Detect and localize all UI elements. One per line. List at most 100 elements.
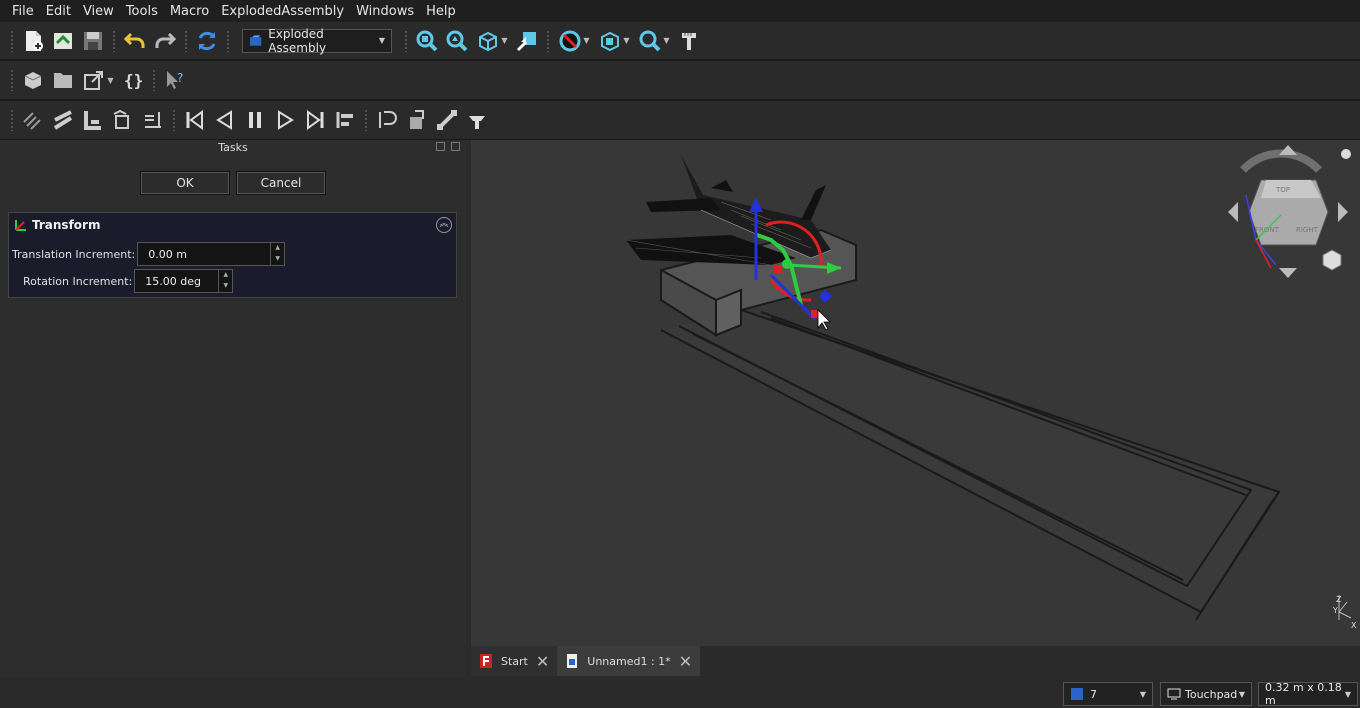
navigation-cube[interactable]: TOP RIGHT FRONT [1228,145,1351,278]
layer-icon [1071,688,1083,700]
status-bar: 7 ▼ Touchpad ▼ 0.32 m x 0.18 m ▼ [0,678,1360,708]
select-arrow-icon[interactable] [512,26,542,56]
align-icon[interactable] [372,105,402,135]
menu-macro[interactable]: Macro [164,4,215,19]
fit-all-icon[interactable] [412,26,442,56]
toolbar-grip[interactable] [10,109,14,131]
rotation-increment-input[interactable]: 15.00 deg ▲ ▼ [134,269,234,293]
save-icon[interactable] [78,26,108,56]
panel-float-icon[interactable] [436,142,445,151]
close-icon[interactable]: ✕ [536,652,549,671]
menu-view[interactable]: View [77,4,120,19]
ok-button[interactable]: OK [140,171,230,195]
spin-down-icon[interactable]: ▼ [219,281,232,292]
export-icon[interactable]: ▼ [78,65,118,95]
open-document-icon[interactable] [48,26,78,56]
dimension-display[interactable]: 0.32 m x 0.18 m ▼ [1258,681,1358,707]
toolbar-grip[interactable] [152,69,156,91]
refresh-icon[interactable] [192,26,222,56]
tasks-title: Tasks [218,141,248,154]
toolbar-grip[interactable] [10,69,14,91]
runway-model[interactable] [660,309,1281,621]
redo-icon[interactable] [150,26,180,56]
menu-file[interactable]: File [6,4,40,19]
spin-down-icon[interactable]: ▼ [271,254,284,265]
menu-edit[interactable]: Edit [40,4,77,19]
translation-increment-input[interactable]: 0.00 m ▲ ▼ [137,242,286,266]
tab-start[interactable]: Start ✕ [471,646,558,676]
measure-icon[interactable] [674,26,704,56]
cancel-button[interactable]: Cancel [236,171,326,195]
tasks-panel: Tasks OK Cancel Transform ︽ Translation … [0,140,466,678]
zoom-icon[interactable]: ▼ [634,26,674,56]
toolbar-assembly: ▼ {} ? [0,60,1360,100]
bounding-box-icon[interactable]: ▼ [594,26,634,56]
play-forward-icon[interactable] [270,105,300,135]
scene-canvas[interactable]: TOP RIGHT FRONT Z Y X [471,140,1360,646]
panel-close-icon[interactable] [451,142,460,151]
draw-style-icon[interactable]: ▼ [554,26,594,56]
toolbar-grip[interactable] [10,29,14,52]
tab-unnamed1-label: Unnamed1 : 1* [587,654,671,668]
toolbar-exploded [0,100,1360,140]
go-to-start-icon[interactable] [180,105,210,135]
toolbar-grip[interactable] [364,109,368,131]
toolbar-grip[interactable] [404,29,408,52]
simple-group-icon[interactable] [78,105,108,135]
pause-icon[interactable] [240,105,270,135]
collapse-icon[interactable]: ︽ [436,217,452,233]
edit-group-icon[interactable] [138,105,168,135]
spin-up-icon[interactable]: ▲ [271,243,284,254]
menu-tools[interactable]: Tools [120,4,164,19]
view-cube-dropdown-icon[interactable]: ▼ [472,26,512,56]
toolbar-grip[interactable] [172,109,176,131]
go-to-end-icon[interactable] [300,105,330,135]
document-icon [567,654,578,668]
whats-this-icon[interactable]: ? [160,65,190,95]
menu-windows[interactable]: Windows [350,4,420,19]
toolbar-grip[interactable] [226,29,230,52]
workbench-label: Exploded Assembly [268,26,327,55]
workbench-selector[interactable]: Exploded Assembly ▼ [242,26,392,55]
bolt-group-icon[interactable] [48,105,78,135]
close-icon[interactable]: ✕ [679,652,692,671]
axis-x-label: X [1351,621,1357,630]
rotation-row: Rotation Increment: 15.00 deg ▲ ▼ [23,269,234,293]
place-icon[interactable] [402,105,432,135]
folder-icon[interactable] [48,65,78,95]
variables-icon[interactable]: {} [118,65,148,95]
toolbar-grip[interactable] [112,29,116,52]
link-icon[interactable] [432,105,462,135]
axis-y-label: Y [1332,606,1338,615]
toolbar-grip[interactable] [184,29,188,52]
rotation-label: Rotation Increment: [23,274,133,288]
menu-exploded-assembly[interactable]: ExplodedAssembly [215,4,350,19]
svg-text:?: ? [177,71,183,85]
explode-group-icon[interactable] [18,105,48,135]
fit-selection-icon[interactable] [442,26,472,56]
part-icon[interactable] [18,65,48,95]
menu-help[interactable]: Help [420,4,462,19]
navigation-style-selector[interactable]: Touchpad ▼ [1160,682,1252,706]
undo-icon[interactable] [120,26,150,56]
translation-label: Translation Increment: [12,247,136,261]
airplane-model[interactable] [625,155,832,266]
new-document-icon[interactable] [18,26,48,56]
workbench-icon [249,34,262,46]
menu-bar: File Edit View Tools Macro ExplodedAssem… [0,0,1360,22]
document-tabs: Start ✕ Unnamed1 : 1* ✕ [471,646,1360,678]
toolbar-grip[interactable] [546,29,550,52]
spin-up-icon[interactable]: ▲ [219,270,232,281]
layer-value: 7 [1090,687,1097,701]
fasten-icon[interactable] [462,105,492,135]
translation-value: 0.00 m [148,247,187,261]
transform-header[interactable]: Transform [9,213,456,237]
play-backward-icon[interactable] [210,105,240,135]
3d-viewport[interactable]: TOP RIGHT FRONT Z Y X [471,140,1360,646]
toggle-explosion-icon[interactable] [330,105,360,135]
axis-indicator: Z Y X [1332,595,1357,630]
tab-unnamed1[interactable]: Unnamed1 : 1* ✕ [557,646,701,676]
layer-selector[interactable]: 7 ▼ [1063,682,1153,706]
chevron-down-icon: ▼ [378,36,385,45]
wire-group-icon[interactable] [108,105,138,135]
